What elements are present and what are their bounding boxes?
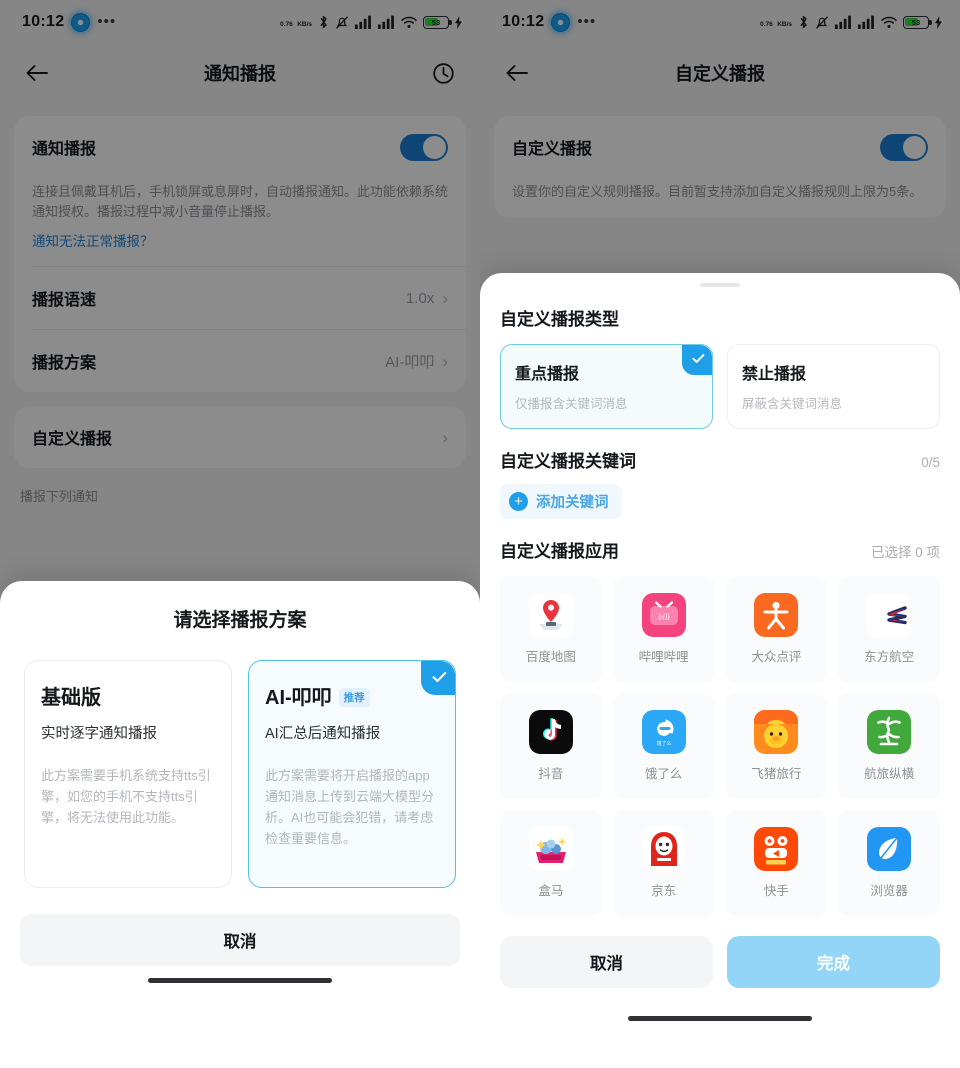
plan-name-row: AI-叩叩 推荐 <box>265 681 439 710</box>
check-icon <box>432 671 447 682</box>
app-item-hema[interactable]: 盒马 <box>500 810 602 916</box>
app-label: 东方航空 <box>864 650 915 664</box>
app-grid: 百度地图 bili 哔哩哔哩 大众点评 东方航空 抖音 饿了么 饿了么 飞猪旅行… <box>500 562 940 922</box>
app-item-bilibili[interactable]: bili 哔哩哔哩 <box>612 576 715 682</box>
plan-name-row: 基础版 <box>41 681 215 710</box>
type-name: 重点播报 <box>515 366 580 383</box>
app-label: 饿了么 <box>644 767 683 781</box>
type-name: 禁止播报 <box>742 366 807 383</box>
app-item-eleme[interactable]: 饿了么 饿了么 <box>612 693 715 799</box>
app-label: 抖音 <box>538 767 564 781</box>
app-item-jd[interactable]: 京东 <box>612 810 715 916</box>
broadcast-type-options: 重点播报 仅播报含关键词消息 禁止播报 屏蔽含关键词消息 <box>500 330 940 429</box>
apps-scroll-area[interactable]: 百度地图 bili 哔哩哔哩 大众点评 东方航空 抖音 饿了么 饿了么 飞猪旅行… <box>500 562 940 922</box>
section-title: 自定义播报类型 <box>500 310 619 329</box>
section-title: 自定义播报关键词 <box>500 452 636 471</box>
svg-text:bili: bili <box>658 612 671 622</box>
app-label: 盒马 <box>538 884 564 898</box>
eleme-icon: 饿了么 <box>641 710 686 754</box>
app-item-douyin[interactable]: 抖音 <box>500 693 602 799</box>
kuaishou-icon <box>754 827 799 871</box>
app-label: 飞猪旅行 <box>751 767 802 781</box>
left-phone-screen: 10:12 ••• 0.76 KB/s 53 通知播报 通知播报 连接且佩戴耳机… <box>0 0 480 1068</box>
sheet-title: 请选择播报方案 <box>173 610 307 631</box>
app-item-browser[interactable]: 浏览器 <box>838 810 940 916</box>
fliggy-icon <box>754 710 799 754</box>
apps-selected-count: 已选择 0 项 <box>870 545 940 560</box>
plan-subtitle: AI汇总后通知播报 <box>265 726 381 742</box>
app-item-kuaishou[interactable]: 快手 <box>725 810 828 916</box>
app-item-china-eastern[interactable]: 东方航空 <box>838 576 940 682</box>
add-keyword-button[interactable]: + 添加关键词 <box>500 484 622 519</box>
apps-section-header: 自定义播报应用 已选择 0 项 <box>500 519 940 562</box>
plan-card-ai[interactable]: AI-叩叩 推荐 AI汇总后通知播报 此方案需要将开启播报的app通知消息上传到… <box>248 660 456 888</box>
add-keyword-label: 添加关键词 <box>536 495 609 511</box>
plan-options: 基础版 实时逐字通知播报 此方案需要手机系统支持tts引擎，如您的手机不支持tt… <box>0 638 480 888</box>
svg-text:饿了么: 饿了么 <box>656 740 671 747</box>
plan-name: 基础版 <box>41 687 101 709</box>
app-label: 百度地图 <box>525 650 576 664</box>
type-section-header: 自定义播报类型 <box>500 287 940 330</box>
cancel-button[interactable]: 取消 <box>20 914 460 966</box>
done-button[interactable]: 完成 <box>727 936 940 988</box>
app-label: 快手 <box>763 884 789 898</box>
plan-subtitle: 实时逐字通知播报 <box>41 726 157 742</box>
section-title: 自定义播报应用 <box>500 542 619 561</box>
type-subtitle: 屏蔽含关键词消息 <box>742 397 843 411</box>
app-item-umetrip[interactable]: 航旅纵横 <box>838 693 940 799</box>
app-label: 浏览器 <box>870 884 908 898</box>
broadcast-plan-sheet: 请选择播报方案 基础版 实时逐字通知播报 此方案需要手机系统支持tts引擎，如您… <box>0 581 480 1068</box>
plan-card-basic[interactable]: 基础版 实时逐字通知播报 此方案需要手机系统支持tts引擎，如您的手机不支持tt… <box>24 660 232 888</box>
selected-check-badge <box>682 345 712 375</box>
bilibili-icon: bili <box>641 593 686 637</box>
baidu-map-icon <box>528 593 573 637</box>
plan-name: AI-叩叩 <box>265 687 332 709</box>
right-phone-screen: 10:12 ••• 0.76 KB/s 53 自定义播报 自定义播报 设置你的自… <box>480 0 960 1068</box>
plan-note: 此方案需要将开启播报的app通知消息上传到云端大模型分析。AI也可能会犯错，请考… <box>265 768 435 846</box>
dual-screenshot-stage: 10:12 ••• 0.76 KB/s 53 通知播报 通知播报 连接且佩戴耳机… <box>0 0 960 1068</box>
dianping-icon <box>754 593 799 637</box>
app-label: 京东 <box>651 884 677 898</box>
app-label: 大众点评 <box>751 650 802 664</box>
sheet-footer: 取消 <box>0 888 480 1009</box>
type-card-key-broadcast[interactable]: 重点播报 仅播报含关键词消息 <box>500 344 713 429</box>
home-indicator <box>628 1016 812 1021</box>
type-subtitle: 仅播报含关键词消息 <box>515 397 628 411</box>
app-item-dianping[interactable]: 大众点评 <box>725 576 828 682</box>
cancel-button[interactable]: 取消 <box>500 936 713 988</box>
jd-icon <box>641 827 686 871</box>
keyword-count: 0/5 <box>921 455 940 470</box>
browser-icon <box>867 827 912 871</box>
app-label: 航旅纵横 <box>864 767 915 781</box>
sheet-footer: 取消 完成 <box>480 922 960 1004</box>
plus-icon: + <box>509 492 528 511</box>
app-item-fliggy[interactable]: 飞猪旅行 <box>725 693 828 799</box>
china-eastern-icon <box>867 593 912 637</box>
type-card-block-broadcast[interactable]: 禁止播报 屏蔽含关键词消息 <box>727 344 940 429</box>
app-label: 哔哩哔哩 <box>638 650 689 664</box>
hema-icon <box>528 827 573 871</box>
check-icon <box>692 354 705 363</box>
recommended-badge: 推荐 <box>338 688 370 707</box>
custom-broadcast-sheet: 自定义播报类型 重点播报 仅播报含关键词消息 禁止播报 屏蔽含关键词消息 自定义… <box>480 273 960 1068</box>
umetrip-icon <box>867 710 912 754</box>
app-item-baidu-map[interactable]: 百度地图 <box>500 576 602 682</box>
plan-note: 此方案需要手机系统支持tts引擎，如您的手机不支持tts引擎，将无法使用此功能。 <box>41 768 211 825</box>
keyword-section-header: 自定义播报关键词 0/5 <box>500 429 940 472</box>
sheet-content: 自定义播报类型 重点播报 仅播报含关键词消息 禁止播报 屏蔽含关键词消息 自定义… <box>480 287 960 922</box>
douyin-icon <box>528 710 573 754</box>
home-indicator <box>148 978 332 983</box>
selected-check-badge <box>421 661 455 695</box>
